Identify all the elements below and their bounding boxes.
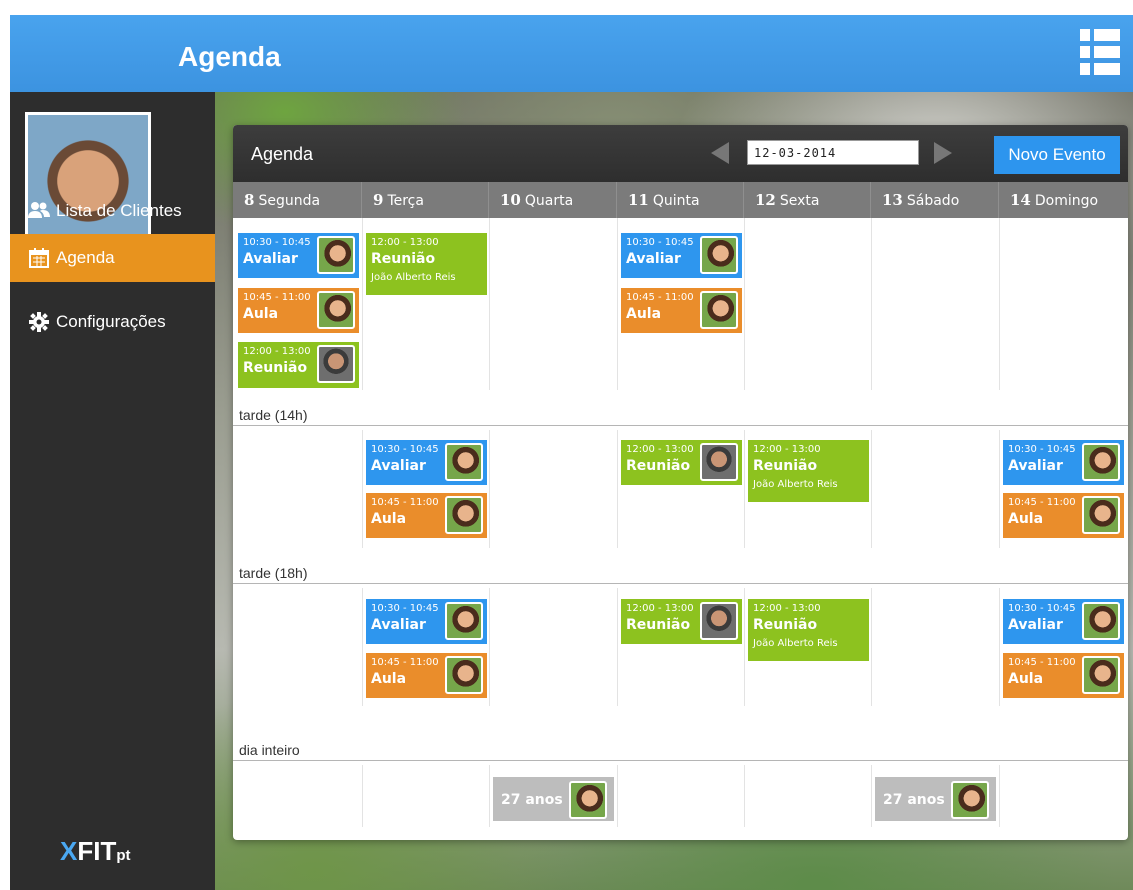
event-card[interactable]: 10:30 - 10:45 Avaliar <box>1003 440 1124 485</box>
section-label: dia inteiro <box>239 742 300 758</box>
day-header: 10 Quarta <box>489 182 617 218</box>
day-header: 8 Segunda <box>233 182 362 218</box>
xfit-logo: XFITpt <box>60 836 131 866</box>
top-header: Agenda <box>10 15 1133 92</box>
event-card[interactable]: 10:45 - 11:00 Aula <box>366 493 487 538</box>
client-photo <box>445 602 483 640</box>
day-header: 12 Sexta <box>744 182 871 218</box>
client-photo <box>1082 656 1120 694</box>
client-photo <box>1082 443 1120 481</box>
panel-header: Agenda Novo Evento <box>233 125 1128 182</box>
client-photo <box>700 291 738 329</box>
sidebar-item-agenda[interactable]: Agenda <box>10 234 215 282</box>
day-header: 9 Terça <box>362 182 489 218</box>
event-card[interactable]: 10:45 - 11:00 Aula <box>366 653 487 698</box>
client-photo <box>700 602 738 640</box>
panel-title: Agenda <box>251 144 314 164</box>
client-photo <box>1082 496 1120 534</box>
client-photo <box>951 781 989 819</box>
event-card[interactable]: 12:00 - 13:00 Reunião <box>621 599 742 644</box>
next-week-button[interactable] <box>934 142 952 164</box>
client-photo <box>317 236 355 274</box>
week-days-header: 8 Segunda 9 Terça 10 Quarta 11 Quinta 12 Sext… <box>233 182 1128 218</box>
app-window: Agenda Lista de Clientes Agenda Configur… <box>10 15 1133 890</box>
date-input[interactable] <box>747 140 919 165</box>
client-photo <box>445 656 483 694</box>
event-card[interactable]: 10:30 - 10:45 Avaliar <box>238 233 359 278</box>
event-card[interactable]: 12:00 - 13:00 Reunião <box>238 342 359 388</box>
event-card[interactable]: 12:00 - 13:00 Reunião João Alberto Reis <box>366 233 487 295</box>
event-card[interactable]: 10:45 - 11:00 Aula <box>621 288 742 333</box>
client-photo <box>700 443 738 481</box>
client-photo <box>445 443 483 481</box>
sidebar-item-label: Agenda <box>56 248 115 267</box>
sidebar: Lista de Clientes Agenda Configurações X… <box>10 92 215 890</box>
client-photo <box>700 236 738 274</box>
event-card[interactable]: 10:30 - 10:45 Avaliar <box>1003 599 1124 644</box>
day-header: 14 Domingo <box>1010 191 1099 209</box>
event-card[interactable]: 12:00 - 13:00 Reunião João Alberto Reis <box>748 440 869 502</box>
event-card[interactable]: 10:30 - 10:45 Avaliar <box>621 233 742 278</box>
list-menu-icon[interactable] <box>1080 27 1120 77</box>
users-icon <box>28 201 50 221</box>
client-photo <box>445 496 483 534</box>
agenda-panel: Agenda Novo Evento 8Segunda 9Terça 10Qua… <box>233 125 1128 840</box>
event-card[interactable]: 10:30 - 10:45 Avaliar <box>366 599 487 644</box>
sidebar-item-label: Configurações <box>56 312 166 331</box>
event-card[interactable]: 12:00 - 13:00 Reunião João Alberto Reis <box>748 599 869 661</box>
sidebar-item-configuracoes[interactable]: Configurações <box>10 298 215 346</box>
day-header: 13 Sábado <box>871 182 999 218</box>
event-card[interactable]: 10:45 - 11:00 Aula <box>238 288 359 333</box>
event-card[interactable]: 10:30 - 10:45 Avaliar <box>366 440 487 485</box>
birthday-event[interactable]: 27 anos <box>875 777 996 821</box>
sidebar-item-clientes[interactable]: Lista de Clientes <box>10 187 215 235</box>
client-photo <box>317 345 355 383</box>
day-header: 11 Quinta <box>617 182 744 218</box>
sidebar-item-label: Lista de Clientes <box>56 201 182 220</box>
section-label: tarde (14h) <box>239 407 308 423</box>
client-photo <box>1082 602 1120 640</box>
section-label: tarde (18h) <box>239 565 308 581</box>
event-card[interactable]: 12:00 - 13:00 Reunião <box>621 440 742 485</box>
page-title: Agenda <box>178 41 281 72</box>
gear-icon <box>28 312 50 332</box>
birthday-event[interactable]: 27 anos <box>493 777 614 821</box>
client-photo <box>569 781 607 819</box>
new-event-button[interactable]: Novo Evento <box>994 136 1120 174</box>
client-photo <box>317 291 355 329</box>
previous-week-button[interactable] <box>711 142 729 164</box>
calendar-icon <box>28 248 50 268</box>
event-card[interactable]: 10:45 - 11:00 Aula <box>1003 493 1124 538</box>
event-card[interactable]: 10:45 - 11:00 Aula <box>1003 653 1124 698</box>
